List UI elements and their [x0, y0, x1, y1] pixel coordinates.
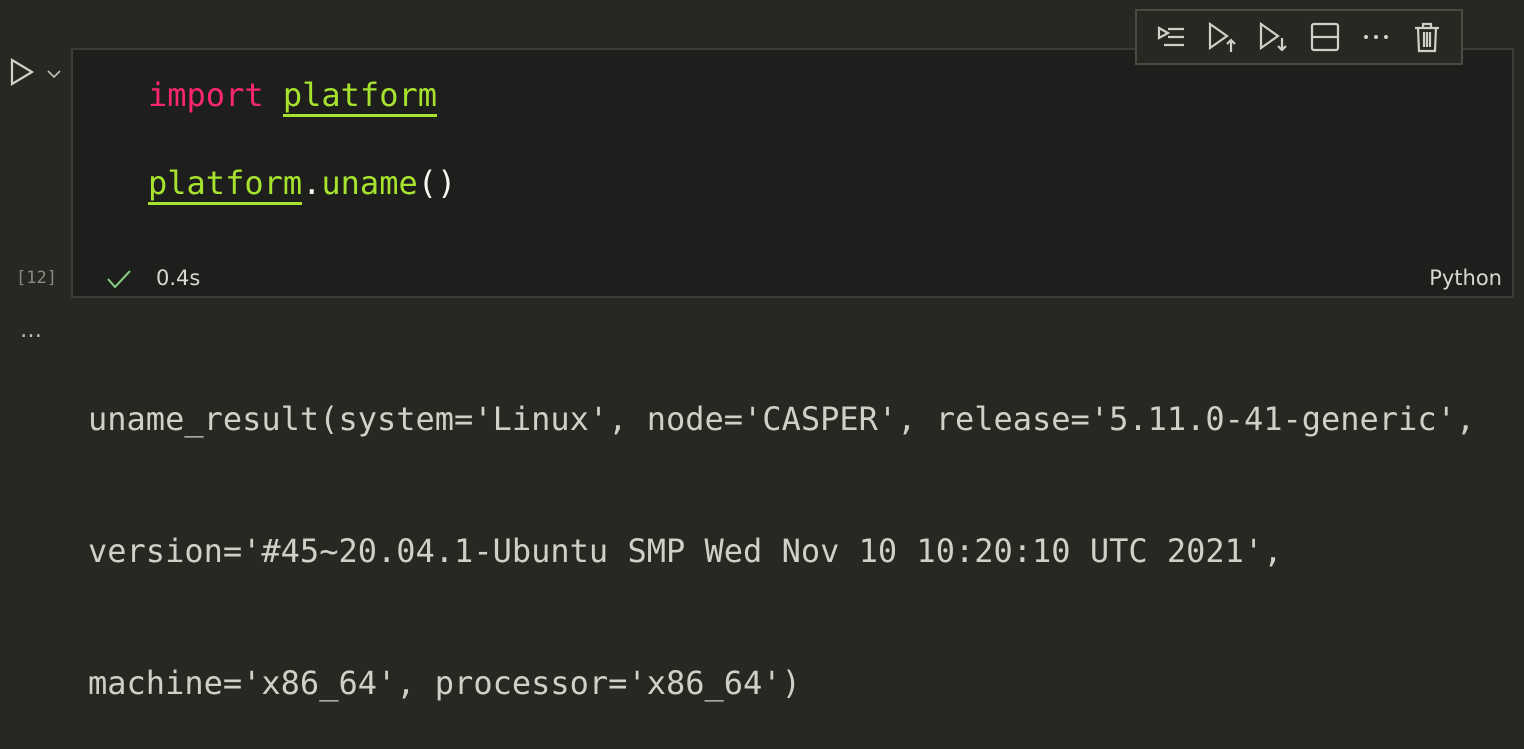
- function-name: uname: [321, 164, 418, 202]
- module-name: platform: [148, 164, 303, 205]
- check-icon: [107, 270, 131, 289]
- more-icon[interactable]: [1359, 20, 1393, 54]
- parens: (): [417, 164, 457, 202]
- run-options-dropdown[interactable]: [46, 64, 62, 83]
- keyword-import: import: [148, 76, 264, 114]
- cell-output: uname_result(system='Linux', node='CASPE…: [88, 309, 1475, 749]
- output-line: uname_result(system='Linux', node='CASPE…: [88, 400, 1476, 438]
- code-cell-editor[interactable]: import platform platform.uname() 0.4s Py…: [71, 48, 1514, 298]
- chevron-down-icon: [47, 70, 61, 79]
- run-up-icon[interactable]: [1205, 20, 1239, 54]
- delete-icon[interactable]: [1410, 20, 1444, 54]
- code-line-2: platform.uname(): [148, 164, 457, 205]
- language-selector[interactable]: Python: [1429, 266, 1502, 290]
- output-menu-ellipsis[interactable]: …: [20, 318, 42, 343]
- cell-toolbar: [1135, 9, 1463, 65]
- dot: .: [302, 164, 322, 202]
- run-cell-button[interactable]: [8, 57, 36, 91]
- output-line: version='#45~20.04.1-Ubuntu SMP Wed Nov …: [88, 532, 1283, 570]
- play-icon: [10, 58, 35, 86]
- execution-duration: 0.4s: [156, 266, 201, 290]
- code-line-1: import platform: [148, 76, 437, 117]
- run-down-icon[interactable]: [1256, 20, 1290, 54]
- module-name: platform: [282, 76, 437, 117]
- execution-count: [12]: [16, 268, 57, 288]
- execute-above-icon[interactable]: [1154, 20, 1188, 54]
- output-line: machine='x86_64', processor='x86_64'): [88, 664, 801, 702]
- split-cell-icon[interactable]: [1308, 20, 1342, 54]
